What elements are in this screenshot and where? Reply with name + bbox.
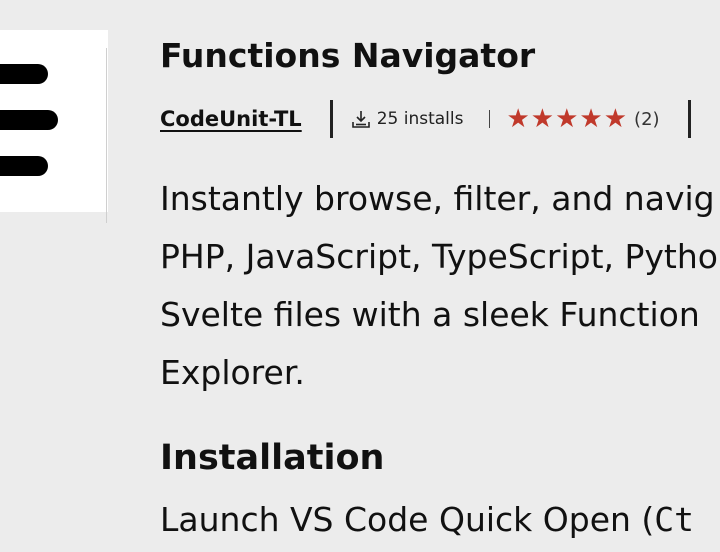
publisher-link[interactable]: CodeUnit-TL xyxy=(160,107,302,131)
installation-text: Launch VS Code Quick Open (Ct xyxy=(160,500,694,539)
description-line: Explorer. xyxy=(160,353,305,392)
star-icon: ★ xyxy=(603,104,628,134)
extension-meta: CodeUnit-TL 25 installs ★ ★ ★ ★ ★ (2) xyxy=(160,96,691,142)
star-icon: ★ xyxy=(555,104,579,134)
extension-title: Functions Navigator xyxy=(160,36,536,75)
description-line: Svelte files with a sleek Function xyxy=(160,295,700,334)
meta-divider xyxy=(687,100,691,138)
install-count: 25 installs xyxy=(351,109,464,129)
menu-bar-top xyxy=(0,64,48,84)
download-icon xyxy=(351,111,370,128)
star-icon: ★ xyxy=(579,104,603,134)
description-line: Instantly browse, filter, and navig xyxy=(160,179,715,218)
icon-divider xyxy=(106,48,107,223)
rating-stars[interactable]: ★ ★ ★ ★ ★ (2) xyxy=(506,106,659,132)
install-count-label: 25 installs xyxy=(376,109,464,129)
meta-divider-small xyxy=(489,110,491,128)
meta-divider xyxy=(329,100,333,138)
star-icon: ★ xyxy=(506,104,530,134)
menu-bar-bottom xyxy=(0,156,48,176)
description-line: PHP, JavaScript, TypeScript, Pytho xyxy=(160,237,718,276)
extension-description: Instantly browse, filter, and navig PHP,… xyxy=(160,170,720,402)
star-icon: ★ xyxy=(530,104,555,134)
installation-heading: Installation xyxy=(160,438,385,478)
menu-bar-middle xyxy=(0,110,58,130)
extension-icon xyxy=(0,30,108,223)
installation-instruction: Launch VS Code Quick Open ( xyxy=(160,500,655,539)
keyboard-shortcut: Ct xyxy=(654,500,695,539)
rating-count: (2) xyxy=(634,108,660,130)
